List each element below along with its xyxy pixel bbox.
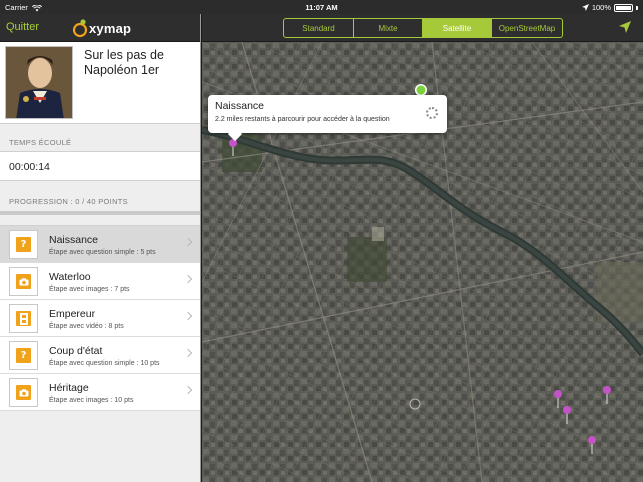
- status-bar: Carrier 11:07 AM 100%: [0, 0, 643, 14]
- status-time: 11:07 AM: [305, 3, 338, 12]
- step-subtitle: Étape avec vidéo : 8 pts: [49, 323, 124, 330]
- chevron-right-icon: [183, 237, 193, 247]
- step-item-empereur[interactable]: Empereur Étape avec vidéo : 8 pts: [0, 300, 200, 337]
- steps-list: ? Naissance Étape avec question simple :…: [0, 225, 200, 411]
- oxymap-logo: xymap: [72, 18, 131, 38]
- sidebar-navbar: Quitter xymap: [0, 14, 200, 42]
- camera-icon: [16, 274, 31, 289]
- step-icon-frame: ?: [9, 341, 38, 370]
- step-icon-frame: [9, 378, 38, 407]
- step-subtitle: Étape avec question simple : 5 pts: [49, 249, 156, 256]
- battery-percent: 100%: [591, 3, 611, 12]
- chevron-right-icon: [183, 274, 193, 284]
- step-title: Naissance: [49, 234, 99, 246]
- step-title: Coup d'état: [49, 345, 103, 357]
- callout-title: Naissance: [215, 100, 265, 112]
- step-item-coup-detat[interactable]: ? Coup d'état Étape avec question simple…: [0, 337, 200, 374]
- progress-bar: [0, 211, 200, 215]
- battery-icon: [614, 3, 633, 12]
- tour-title: Sur les pas de Napoléon 1er: [84, 48, 164, 77]
- battery-tip: [636, 5, 638, 10]
- map-type-standard[interactable]: Standard: [284, 19, 354, 37]
- elapsed-time-label: TEMPS ÉCOULÉ: [9, 138, 72, 147]
- step-title: Héritage: [49, 382, 89, 394]
- portrait-image: [6, 47, 72, 118]
- status-right: 100%: [581, 3, 638, 12]
- sidebar: Quitter xymap Sur les pas de Napoléon 1e…: [0, 14, 201, 482]
- chevron-right-icon: [183, 348, 193, 358]
- step-icon-frame: [9, 267, 38, 296]
- step-callout[interactable]: Naissance 2.2 miles restants à parcourir…: [208, 95, 447, 133]
- film-icon: [16, 311, 31, 326]
- camera-icon: [16, 385, 31, 400]
- step-item-heritage[interactable]: Héritage Étape avec images : 10 pts: [0, 374, 200, 411]
- step-icon-frame: [9, 304, 38, 333]
- elapsed-time-value: 00:00:14: [0, 151, 200, 181]
- chevron-right-icon: [183, 385, 193, 395]
- quit-button[interactable]: Quitter: [6, 21, 39, 33]
- locate-me-icon[interactable]: [619, 21, 631, 33]
- step-item-waterloo[interactable]: Waterloo Étape avec images : 7 pts: [0, 263, 200, 300]
- logo-pin-icon: [72, 19, 88, 38]
- map-type-mixte[interactable]: Mixte: [354, 19, 423, 37]
- step-title: Empereur: [49, 308, 96, 320]
- step-icon-frame: ?: [9, 230, 38, 259]
- question-icon: ?: [16, 237, 31, 252]
- step-title: Waterloo: [49, 271, 91, 283]
- callout-subtitle: 2.2 miles restants à parcourir pour accé…: [215, 116, 390, 123]
- step-item-naissance[interactable]: ? Naissance Étape avec question simple :…: [0, 226, 200, 263]
- map-toolbar: Standard Mixte Satellite OpenStreetMap: [202, 14, 643, 42]
- step-subtitle: Étape avec images : 10 pts: [49, 397, 134, 404]
- step-subtitle: Étape avec images : 7 pts: [49, 286, 130, 293]
- chevron-right-icon: [183, 311, 193, 321]
- step-subtitle: Étape avec question simple : 10 pts: [49, 360, 160, 367]
- map-view[interactable]: Standard Mixte Satellite OpenStreetMap N…: [202, 14, 643, 482]
- logo-text: xymap: [89, 20, 132, 36]
- napoleon-portrait: [5, 46, 73, 119]
- loading-spinner-icon: [426, 107, 438, 119]
- map-type-openstreetmap[interactable]: OpenStreetMap: [492, 19, 562, 37]
- map-type-selector: Standard Mixte Satellite OpenStreetMap: [283, 18, 563, 38]
- location-arrow-icon: [581, 4, 589, 11]
- map-type-satellite[interactable]: Satellite: [423, 19, 492, 37]
- question-icon: ?: [16, 348, 31, 363]
- progression-label: PROGRESSION : 0 / 40 POINTS: [9, 197, 128, 206]
- tour-header: Sur les pas de Napoléon 1er: [0, 42, 200, 124]
